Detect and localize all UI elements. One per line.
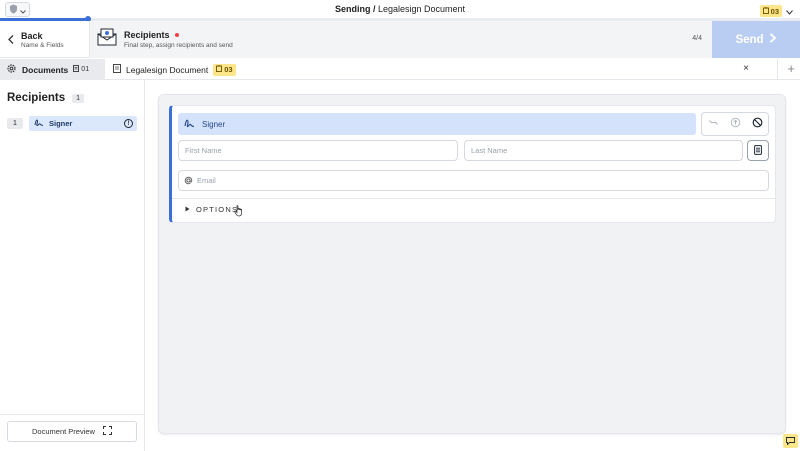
block-icon[interactable] [752,115,763,133]
sidebar-title: Recipients 1 [7,92,85,104]
add-tab-button[interactable]: + [787,61,795,76]
documents-label: Documents [22,64,69,75]
tab-documents[interactable]: Documents 01 [0,59,105,80]
info-icon[interactable]: ! [124,119,133,128]
status-dot [174,33,179,37]
recipient-role-name: Signer [202,119,226,129]
recipient-actions [701,112,769,136]
document-preview-button[interactable]: Document Preview [7,421,137,442]
clipboard-icon [762,6,769,16]
triangle-right-icon [185,205,190,214]
document-icon [73,65,80,74]
title-document: Legalesign Document [377,4,466,14]
last-name-field[interactable] [464,140,743,161]
contacts-button[interactable] [747,140,769,161]
options-toggle[interactable]: OPTIONS [185,205,238,214]
title-prefix: Sending / [334,4,376,14]
recipient-role-bar[interactable]: Signer [178,113,696,135]
send-label: Send [735,33,764,46]
documents-count-value: 01 [81,66,90,73]
chat-icon [786,432,795,450]
document-fields-count: 03 [224,65,233,74]
document-tabs: Documents 01 Legalesign Document 03 × + [0,59,800,80]
send-button[interactable]: Send [712,21,800,58]
document-icon [113,64,121,75]
page-title: Sending / Legalesign Document [0,4,800,14]
step-title: Recipients [124,30,170,40]
signature-icon [34,118,44,129]
document-preview-label: Document Preview [32,427,95,436]
document-tab-label: Legalesign Document [126,64,209,75]
step-subtitle: Final step, assign recipients and send [124,42,233,49]
current-step: Recipients Final step, assign recipients… [90,21,712,58]
clipboard-icon [216,65,223,74]
chevron-left-icon [8,31,14,49]
top-bar: Sending / Legalesign Document 03 [0,0,800,19]
fields-count-badge[interactable]: 03 [759,5,782,17]
recipient-role-label: Signer [49,119,73,128]
back-label: Back [21,30,43,41]
recipient-list-item[interactable]: 1 Signer ! [7,116,137,131]
step-header: Back Name & Fields Recipients Final step… [0,21,800,58]
feedback-button[interactable] [783,434,798,448]
sidebar-divider [0,414,144,415]
options-divider [172,198,775,199]
options-label: OPTIONS [196,205,239,214]
recipient-role-chip[interactable]: Signer ! [29,116,137,131]
step-counter: 4/4 [692,35,702,42]
email-field[interactable] [197,171,768,190]
fields-count: 03 [770,6,779,16]
contact-card-icon [754,142,762,160]
link-icon[interactable] [708,115,719,133]
gear-icon[interactable] [6,63,17,76]
tab-legalesign-document[interactable]: Legalesign Document 03 × [105,59,778,80]
at-icon [184,172,193,190]
documents-count: 01 [73,65,89,74]
sidebar-title-label: Recipients [7,92,66,104]
back-button[interactable]: Back Name & Fields [0,21,90,58]
envelope-icon [97,28,117,51]
email-field-wrapper [178,170,769,191]
recipients-sidebar: Recipients 1 1 Signer ! Document Preview [0,80,145,451]
hand-cursor-icon [234,204,244,222]
back-sublabel: Name & Fields [21,41,64,49]
close-tab-button[interactable]: × [743,63,749,74]
recipient-number: 1 [7,118,23,129]
signature-icon [184,118,195,130]
document-fields-badge: 03 [213,63,236,76]
upload-icon[interactable] [730,115,741,133]
expand-icon [102,426,112,437]
first-name-field[interactable] [178,140,458,161]
recipients-count: 1 [72,93,85,103]
chevron-right-icon [769,33,777,46]
